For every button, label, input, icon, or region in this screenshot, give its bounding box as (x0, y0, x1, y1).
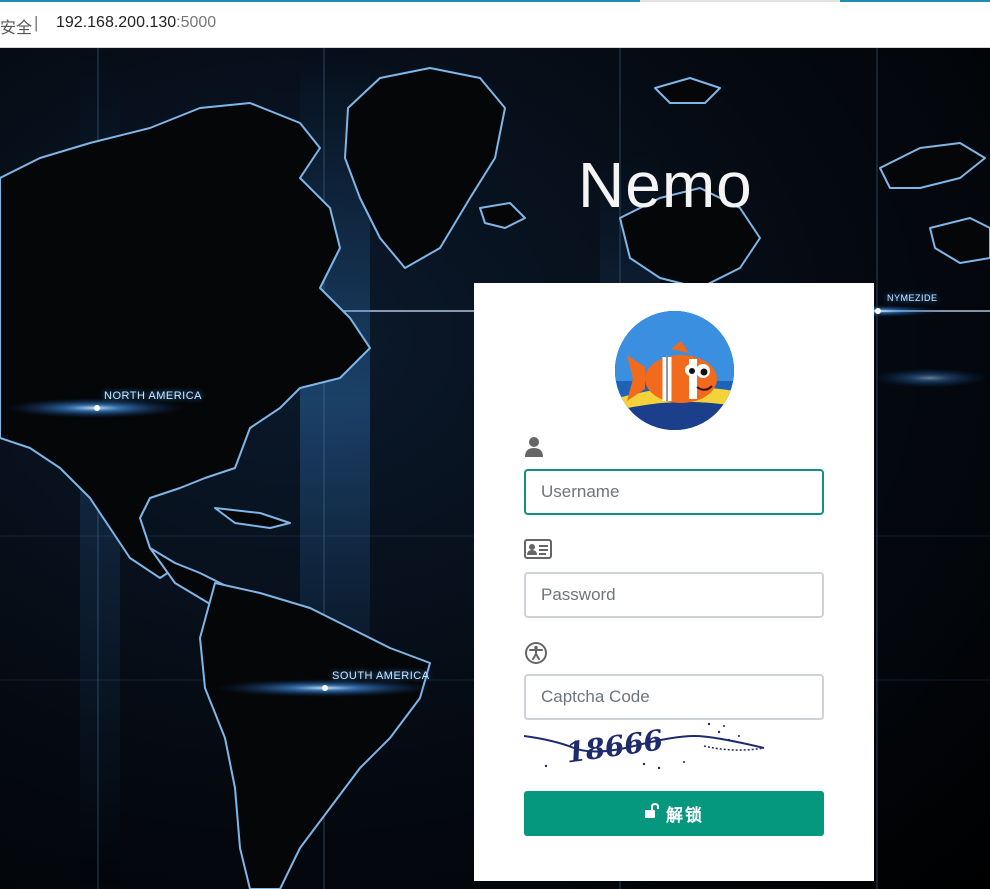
browser-address-bar: 安全 | 192.168.200.130:5000 (0, 0, 990, 48)
login-panel: 18666 解锁 (474, 283, 874, 881)
map-label-north-america: NORTH AMERICA (104, 390, 202, 402)
captcha-input[interactable] (524, 674, 824, 720)
map-label-europe: NYMEZIDE (887, 293, 938, 303)
map-label-south-america: SOUTH AMERICA (332, 670, 430, 682)
url-text[interactable]: 192.168.200.130:5000 (56, 14, 216, 32)
username-input[interactable] (524, 469, 824, 515)
id-card-icon (524, 539, 552, 561)
accessibility-icon (524, 641, 550, 664)
captcha-image[interactable]: 18666 (523, 718, 769, 773)
security-label[interactable]: 安全 (0, 14, 32, 38)
nemo-avatar (615, 311, 734, 430)
unlock-button[interactable]: 解锁 (524, 791, 824, 836)
captcha-text: 18666 (564, 723, 665, 769)
unlock-button-label: 解锁 (666, 806, 704, 826)
password-input[interactable] (524, 572, 824, 618)
url-host: 192.168.200.130 (56, 14, 177, 31)
url-port: :5000 (176, 14, 217, 31)
unlock-icon (644, 802, 660, 824)
app-title: Nemo (578, 149, 753, 221)
user-icon (524, 436, 550, 458)
tab-strip-accent (0, 0, 990, 2)
address-separator: | (34, 13, 39, 32)
